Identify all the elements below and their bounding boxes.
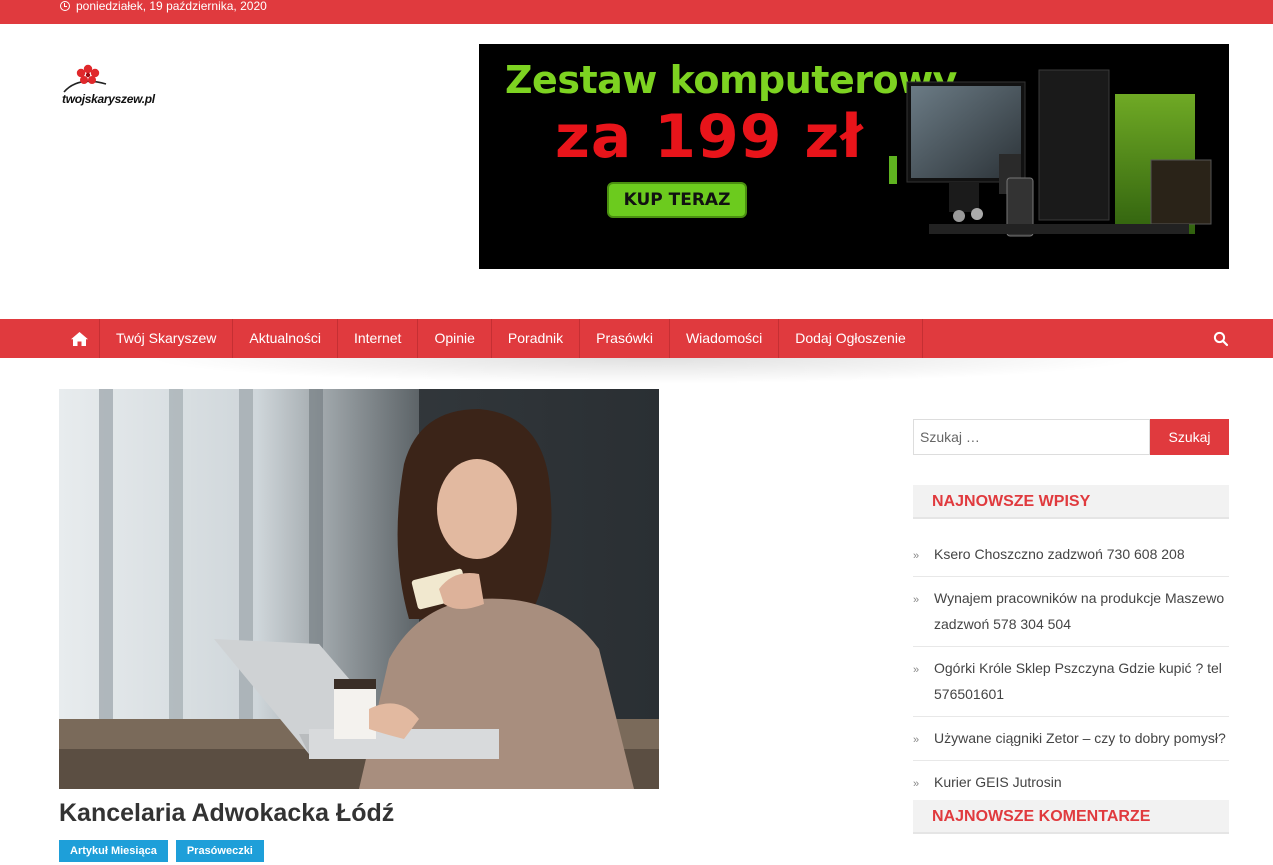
chevron-right-icon: » [913,594,920,606]
recent-post-link[interactable]: Używane ciągniki Zetor – czy to dobry po… [934,730,1226,746]
site-logo[interactable]: twojskaryszew.pl [60,62,172,112]
nav-item-dodaj-ogloszenie[interactable]: Dodaj Ogłoszenie [779,319,923,358]
chevron-right-icon: » [913,734,920,746]
sidebar-search: Szukaj [913,419,1229,455]
nav-shadow [60,358,1229,388]
recent-post-item[interactable]: » Używane ciągniki Zetor – czy to dobry p… [913,717,1229,761]
recent-post-item[interactable]: » Wynajem pracowników na produkcje Maszew… [913,577,1229,647]
nav-items: Twój Skaryszew Aktualności Internet Opin… [100,319,923,358]
recent-post-link[interactable]: Wynajem pracowników na produkcje Maszewo… [934,590,1224,632]
recent-comments-heading: NAJNOWSZE KOMENTARZE [913,800,1229,834]
home-link[interactable] [60,319,100,358]
tag-artykul-miesiaca[interactable]: Artykuł Miesiąca [59,840,168,862]
recent-post-item[interactable]: » Ksero Choszczno zadzwoń 730 608 208 [913,533,1229,577]
chevron-right-icon: » [913,778,920,790]
recent-posts-title: NAJNOWSZE WPISY [932,493,1091,510]
banner-buy-button[interactable]: KUP TERAZ [607,182,747,218]
top-bar: poniedziałek, 19 października, 2020 [0,0,1273,24]
chevron-right-icon: » [913,550,920,562]
ad-banner[interactable]: Zestaw komputerowy za 199 zł KUP TERAZ [479,44,1229,269]
nav-item-internet[interactable]: Internet [338,319,419,358]
recent-posts-heading: NAJNOWSZE WPISY [913,485,1229,519]
logo-text: twojskaryszew.pl [62,92,155,106]
main-nav: Twój Skaryszew Aktualności Internet Opin… [0,319,1273,358]
search-button[interactable]: Szukaj [1150,419,1229,455]
nav-item-prasowki[interactable]: Prasówki [580,319,670,358]
post-title[interactable]: Kancelaria Adwokacka Łódź [59,799,394,828]
nav-item-wiadomosci[interactable]: Wiadomości [670,319,780,358]
date-display: poniedziałek, 19 października, 2020 [60,0,267,12]
tag-prasoweczki[interactable]: Prasóweczki [175,840,264,862]
chevron-right-icon: » [913,664,920,676]
nav-item-poradnik[interactable]: Poradnik [492,319,581,358]
computer-set-image [889,69,1212,237]
recent-post-link[interactable]: Kurier GEIS Jutrosin [934,774,1062,790]
date-text: poniedziałek, 19 października, 2020 [76,0,267,13]
recent-posts-list: » Ksero Choszczno zadzwoń 730 608 208 » Wy… [913,533,1229,804]
nav-item-twoj-skaryszew[interactable]: Twój Skaryszew [100,319,234,358]
flower-logo-icon [63,64,107,93]
banner-price: za 199 zł [555,102,864,172]
clock-icon [60,1,70,11]
home-icon [71,331,88,346]
search-input[interactable] [913,419,1150,455]
nav-item-opinie[interactable]: Opinie [418,319,492,358]
recent-post-link[interactable]: Ogórki Króle Sklep Pszczyna Gdzie kupić … [934,660,1222,702]
search-icon[interactable] [1213,331,1229,347]
post-tags: Artykuł Miesiąca Prasóweczki [59,840,264,862]
recent-post-link[interactable]: Ksero Choszczno zadzwoń 730 608 208 [934,546,1185,562]
nav-item-aktualnosci[interactable]: Aktualności [233,319,338,358]
recent-post-item[interactable]: » Ogórki Króle Sklep Pszczyna Gdzie kupić… [913,647,1229,717]
post-featured-image[interactable] [59,389,659,789]
recent-post-item[interactable]: » Kurier GEIS Jutrosin [913,761,1229,804]
recent-comments-title: NAJNOWSZE KOMENTARZE [932,808,1151,825]
